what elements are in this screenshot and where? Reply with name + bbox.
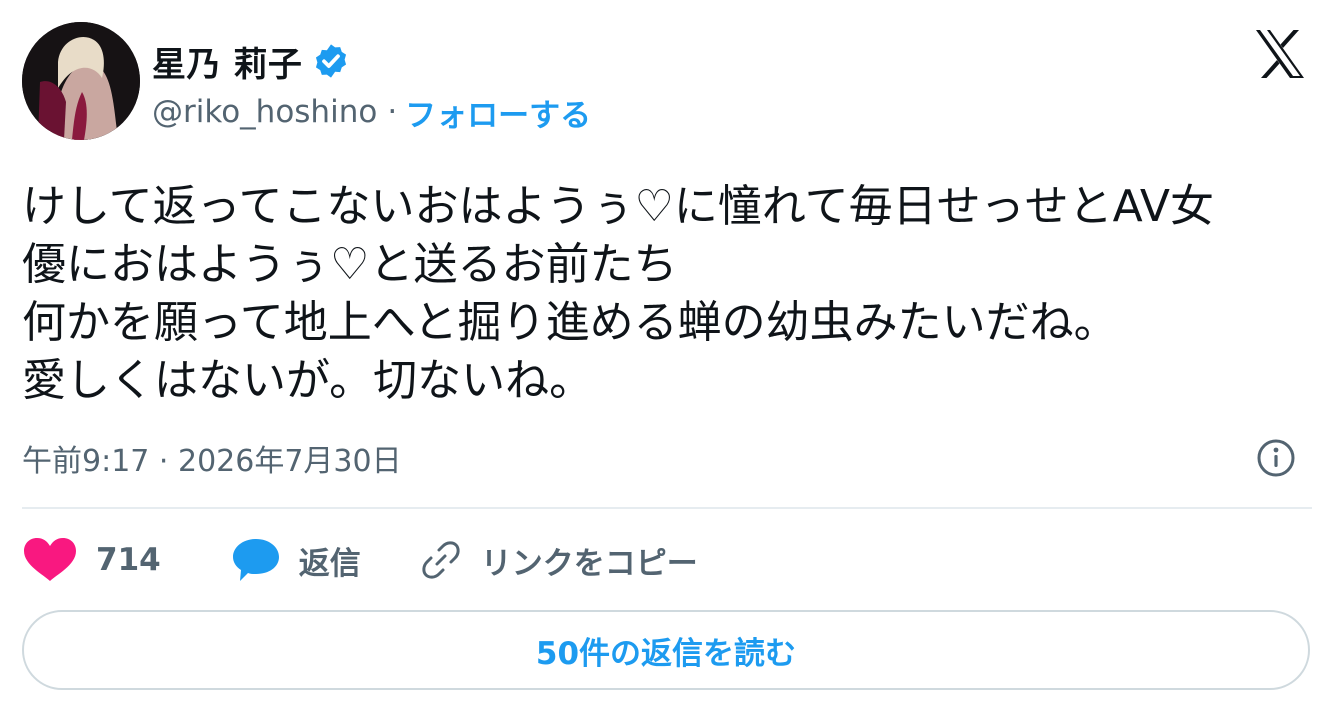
handle-row: @riko_hoshino · フォローする: [152, 88, 591, 136]
action-bar: 714 返信 リンクをコピー: [22, 532, 698, 588]
divider: [22, 507, 1312, 509]
like-count: 714: [96, 542, 161, 578]
display-name[interactable]: 星乃 莉子: [152, 37, 302, 86]
user-handle[interactable]: @riko_hoshino: [152, 94, 377, 130]
follow-button[interactable]: フォローする: [405, 90, 591, 135]
tweet-text-line: 何かを願って地上へと掘り進める蝉の幼虫みたいだね。: [22, 297, 1118, 348]
copy-link-button[interactable]: リンクをコピー: [419, 532, 698, 588]
author-name-row: 星乃 莉子: [152, 36, 350, 86]
read-replies-button[interactable]: 50件の返信を読む: [22, 610, 1310, 690]
tweet-card: 星乃 莉子 @riko_hoshino · フォローする けして返ってこないおは…: [0, 0, 1336, 728]
tweet-timestamp[interactable]: 午前9:17 · 2026年7月30日: [22, 436, 402, 480]
like-button[interactable]: 714: [22, 532, 231, 588]
separator-dot: ·: [387, 94, 398, 130]
avatar[interactable]: [22, 22, 140, 140]
reply-button[interactable]: 返信: [231, 532, 419, 588]
reply-label: 返信: [298, 545, 361, 582]
tweet-text-line: けして返ってこないおはようぅ♡に憧れて毎日せっせとAV女: [22, 181, 1214, 232]
tweet-text-line: 愛しくはないが。切ないね。: [22, 355, 594, 406]
reply-bubble-icon: [232, 539, 279, 581]
heart-icon: [24, 538, 76, 581]
read-replies-label: 50件の返信を読む: [535, 635, 797, 672]
info-icon[interactable]: [1254, 436, 1298, 480]
copy-link-label: リンクをコピー: [480, 545, 698, 582]
verified-badge-icon: [312, 42, 350, 80]
tweet-text: けして返ってこないおはようぅ♡に憧れて毎日せっせとAV女 優におはようぅ♡と送る…: [22, 178, 1322, 410]
x-logo-icon[interactable]: [1252, 28, 1308, 80]
tweet-text-line: 優におはようぅ♡と送るお前たち: [22, 239, 678, 290]
link-icon: [422, 541, 460, 579]
